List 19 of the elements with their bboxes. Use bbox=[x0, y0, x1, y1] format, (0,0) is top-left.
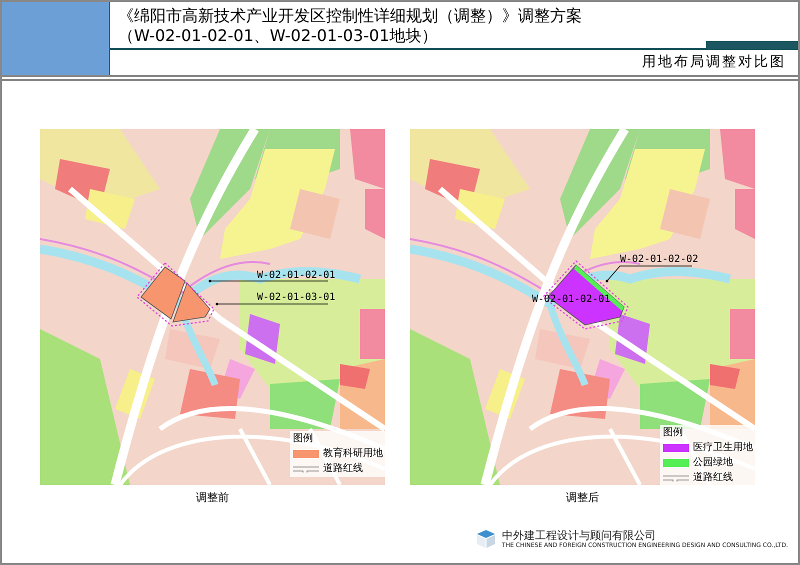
document-title: 《绵阳市高新技术产业开发区控制性详细规划（调整）》调整方案 bbox=[118, 6, 583, 26]
sheet-title: 用地布局调整对比图 bbox=[642, 53, 786, 72]
document-subtitle: （W-02-01-02-01、W-02-01-03-01地块） bbox=[118, 26, 438, 46]
cube-logo-icon bbox=[476, 528, 496, 549]
map-caption: 调整后 bbox=[566, 490, 599, 506]
company-name: 中外建工程设计与顾问有限公司 bbox=[502, 528, 657, 542]
legend-label: 道路红线 bbox=[323, 463, 363, 475]
parcel-code-label: W-02-01-03-01 bbox=[257, 292, 336, 304]
road-line-icon bbox=[663, 474, 689, 482]
road-line-icon bbox=[293, 465, 319, 473]
legend-label: 道路红线 bbox=[693, 472, 733, 484]
legend-title: 图例 bbox=[663, 427, 684, 439]
parcel-code-label: W-02-01-02-01 bbox=[257, 270, 336, 282]
legend-label: 公园绿地 bbox=[693, 457, 733, 469]
legend-label: 教育科研用地 bbox=[323, 448, 383, 460]
legend-title: 图例 bbox=[293, 433, 314, 445]
parcel-code-label: W-02-01-02-02 bbox=[620, 254, 698, 266]
legend-label: 医疗卫生用地 bbox=[693, 442, 753, 454]
map-caption: 调整前 bbox=[196, 490, 229, 506]
